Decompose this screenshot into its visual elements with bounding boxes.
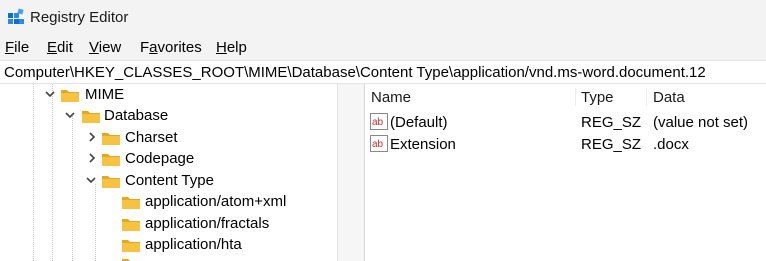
- string-value-icon: ab: [370, 113, 388, 130]
- tree-item-label: application/fractals: [145, 215, 270, 232]
- values-list-pane[interactable]: Name Type Data ab (Default) REG_SZ (valu…: [365, 84, 766, 261]
- tree-item-label: Codepage: [125, 150, 195, 167]
- tree-item-label: application/hta: [145, 236, 242, 253]
- folder-icon: [122, 240, 140, 252]
- folder-icon: [102, 133, 120, 145]
- folder-icon: [61, 90, 79, 102]
- tree-item-label: MIME: [85, 86, 125, 103]
- value-data: .docx: [653, 136, 689, 153]
- folder-icon: [102, 154, 120, 166]
- value-data: (value not set): [653, 114, 749, 131]
- registry-editor-icon: [8, 8, 24, 24]
- chevron-right-icon[interactable]: [86, 131, 98, 143]
- tree-item-label: Charset: [125, 129, 178, 146]
- menu-view-label: iew: [98, 39, 122, 56]
- value-row-extension[interactable]: ab Extension REG_SZ .docx: [365, 133, 766, 155]
- menu-help-label: elp: [226, 39, 247, 56]
- key-tree-pane[interactable]: MIME Database Charset Codepage Content T…: [0, 84, 337, 261]
- menu-view-accelerator: V: [89, 39, 99, 56]
- tree-item-codepage[interactable]: Codepage: [0, 149, 337, 170]
- menu-bar: File Edit View Favorites Help: [0, 36, 766, 60]
- chevron-down-icon[interactable]: [44, 88, 56, 100]
- menu-favorites-label: vorites: [157, 39, 202, 56]
- menu-help-accelerator: H: [216, 39, 227, 56]
- column-header-data[interactable]: Data: [653, 89, 685, 106]
- menu-file-accelerator: F: [5, 39, 15, 56]
- tree-item-application-fractals[interactable]: application/fractals: [0, 214, 337, 235]
- folder-icon: [82, 111, 100, 123]
- svg-text:ab: ab: [372, 139, 384, 150]
- tree-item-charset[interactable]: Charset: [0, 128, 337, 149]
- tree-item-application-atom-xml[interactable]: application/atom+xml: [0, 192, 337, 213]
- column-header-name[interactable]: Name: [371, 89, 411, 106]
- column-header-type[interactable]: Type: [581, 89, 614, 106]
- value-type: REG_SZ: [581, 114, 642, 131]
- string-value-icon: ab: [370, 135, 388, 152]
- tree-item-application-hta[interactable]: application/hta: [0, 235, 337, 256]
- menu-edit-label: dit: [57, 39, 73, 56]
- chevron-right-icon[interactable]: [86, 152, 98, 164]
- folder-icon: [102, 176, 120, 188]
- tree-item-label: Database: [104, 107, 169, 124]
- chevron-down-icon[interactable]: [64, 109, 76, 121]
- menu-favorites-prefix: F: [140, 39, 150, 56]
- menu-file-label: ile: [14, 39, 30, 56]
- folder-icon: [122, 219, 140, 231]
- address-path[interactable]: Computer\HKEY_CLASSES_ROOT\MIME\Database…: [4, 64, 706, 81]
- folder-icon: [122, 259, 140, 261]
- chevron-down-icon[interactable]: [85, 174, 97, 186]
- menu-favorites-accelerator: a: [149, 39, 158, 56]
- tree-item-label: application/atom+xml: [145, 193, 287, 210]
- pane-splitter[interactable]: [337, 84, 365, 261]
- tree-item-content-type[interactable]: Content Type: [0, 171, 337, 192]
- menu-help[interactable]: Help: [216, 39, 247, 56]
- value-type: REG_SZ: [581, 136, 642, 153]
- address-bar[interactable]: Computer\HKEY_CLASSES_ROOT\MIME\Database…: [0, 60, 766, 84]
- value-row-default[interactable]: ab (Default) REG_SZ (value not set): [365, 111, 766, 133]
- menu-view[interactable]: View: [89, 39, 121, 56]
- value-name: Extension: [390, 136, 456, 153]
- title-bar: Registry Editor: [0, 0, 766, 36]
- folder-icon: [122, 197, 140, 209]
- menu-favorites[interactable]: Favorites: [140, 39, 202, 56]
- menu-edit[interactable]: Edit: [47, 39, 73, 56]
- value-name: (Default): [390, 114, 448, 131]
- column-divider[interactable]: [575, 88, 576, 106]
- tree-item-mime[interactable]: MIME: [0, 85, 337, 106]
- column-divider[interactable]: [646, 88, 647, 106]
- menu-edit-accelerator: E: [47, 39, 58, 56]
- tree-item-label: Content Type: [125, 172, 214, 189]
- window-title: Registry Editor: [30, 9, 129, 26]
- menu-file[interactable]: File: [5, 39, 29, 56]
- tree-item-database[interactable]: Database: [0, 106, 337, 127]
- svg-text:ab: ab: [372, 117, 384, 128]
